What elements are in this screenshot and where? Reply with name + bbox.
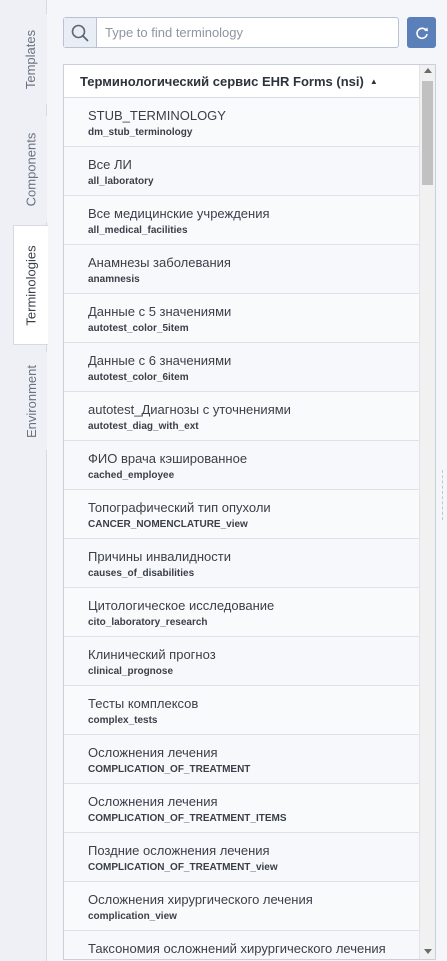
list-header[interactable]: Терминологический сервис EHR Forms (nsi)… [64, 65, 435, 98]
tab-environment-label: Environment [23, 364, 39, 438]
tab-components-label: Components [23, 132, 39, 206]
list-header-title: Терминологический сервис EHR Forms (nsi) [80, 73, 364, 89]
list-item-code: all_medical_facilities [88, 225, 188, 236]
list-item-code: cito_laboratory_research [88, 617, 208, 628]
tab-templates[interactable]: Templates [14, 14, 47, 104]
search-icon[interactable] [64, 18, 97, 47]
list-item-title: Данные с 5 значениями [88, 304, 232, 319]
list-item-title: Анамнезы заболевания [88, 255, 231, 270]
refresh-icon [415, 26, 428, 39]
terminology-rows: STUB_TERMINOLOGY dm_stub_terminology Все Л… [64, 98, 420, 959]
list-item-code: autotest_color_5item [88, 323, 189, 334]
list-item-code: COMPLICATION_OF_TREATMENT_ITEMS [88, 813, 287, 824]
list-item-title: Все ЛИ [88, 157, 132, 172]
tab-templates-label: Templates [23, 29, 39, 89]
list-item-code: anamnesis [88, 274, 140, 285]
list-item[interactable]: Причины инвалидности causes_of_disabiliti… [64, 539, 420, 588]
list-item[interactable]: Анамнезы заболевания anamnesis [64, 245, 420, 294]
list-item-code: complication_view [88, 911, 177, 922]
list-item-title: Данные с 6 значениями [88, 353, 232, 368]
list-item[interactable]: Цитологическое исследование cito_laborato… [64, 588, 420, 637]
list-item-title: Цитологическое исследование [88, 598, 275, 613]
list-item-title: Топографический тип опухоли [88, 500, 271, 515]
list-item-code: COMPLICATION_OF_TREATMENT_view [88, 862, 278, 873]
list-item-title: Осложнения хирургического лечения [88, 892, 313, 907]
list-item-code: dm_stub_terminology [88, 127, 193, 138]
scroll-down-icon[interactable] [424, 949, 432, 954]
list-item[interactable]: Таксономия осложнений хирургического леч… [64, 931, 420, 959]
list-item-title: ФИО врача кэшированное [88, 451, 248, 466]
list-item-title: Осложнения лечения [88, 794, 218, 809]
list-item[interactable]: Клинический прогноз clinical_prognose [64, 637, 420, 686]
list-item-title: Таксономия осложнений хирургического леч… [88, 941, 386, 956]
list-item-title: STUB_TERMINOLOGY [88, 108, 226, 123]
resize-handle[interactable] [442, 470, 447, 520]
scroll-up-icon[interactable] [424, 68, 432, 73]
list-item[interactable]: Топографический тип опухоли CANCER_NOMENC… [64, 490, 420, 539]
scrollbar-thumb[interactable] [422, 81, 433, 185]
list-item[interactable]: Все ЛИ all_laboratory [64, 147, 420, 196]
sort-ascending-icon: ▲ [369, 76, 378, 86]
terminology-list: Терминологический сервис EHR Forms (nsi)… [63, 64, 436, 960]
tab-environment[interactable]: Environment [14, 352, 47, 450]
refresh-button[interactable] [407, 17, 436, 48]
side-tab-strip: Templates Components Terminologies Envir… [0, 0, 48, 961]
list-item[interactable]: STUB_TERMINOLOGY dm_stub_terminology [64, 98, 420, 147]
search-input[interactable] [97, 18, 398, 47]
list-item[interactable]: Все медицинские учреждения all_medical_fa… [64, 196, 420, 245]
search-box [63, 17, 399, 48]
tab-components[interactable]: Components [14, 116, 47, 222]
list-item-code: complex_tests [88, 715, 158, 726]
list-item-code: cached_employee [88, 470, 175, 481]
list-item[interactable]: Данные с 5 значениями autotest_color_5ite… [64, 294, 420, 343]
list-item[interactable]: ФИО врача кэшированное cached_employee [64, 441, 420, 490]
list-item-title: Клинический прогноз [88, 647, 216, 662]
list-item[interactable]: Поздние осложнения лечения COMPLICATION_O… [64, 833, 420, 882]
tab-terminologies-label: Terminologies [23, 244, 39, 326]
list-item-code: causes_of_disabilities [88, 568, 195, 579]
list-item-code: all_laboratory [88, 176, 154, 187]
list-item[interactable]: Осложнения лечения COMPLICATION_OF_TREATM… [64, 735, 420, 784]
list-item-title: Причины инвалидности [88, 549, 231, 564]
list-item-title: Поздние осложнения лечения [88, 843, 270, 858]
list-item[interactable]: autotest_Диагнозы с уточнениями autotest_… [64, 392, 420, 441]
list-item-code: autotest_color_6item [88, 372, 189, 383]
list-item-title: autotest_Диагнозы с уточнениями [88, 402, 291, 417]
list-item-code: COMPLICATION_OF_TREATMENT [88, 764, 251, 775]
tab-terminologies[interactable]: Terminologies [13, 225, 48, 345]
list-item[interactable]: Осложнения хирургического лечения complic… [64, 882, 420, 931]
terminology-panel: Терминологический сервис EHR Forms (nsi)… [48, 0, 447, 961]
list-item[interactable]: Осложнения лечения COMPLICATION_OF_TREATM… [64, 784, 420, 833]
list-item-title: Тесты комплексов [88, 696, 199, 711]
list-item-code: autotest_diag_with_ext [88, 421, 199, 432]
list-item-title: Все медицинские учреждения [88, 206, 270, 221]
list-item[interactable]: Данные с 6 значениями autotest_color_6ite… [64, 343, 420, 392]
list-scrollbar[interactable] [419, 65, 435, 959]
list-item-title: Осложнения лечения [88, 745, 218, 760]
list-item[interactable]: Тесты комплексов complex_tests [64, 686, 420, 735]
list-item-code: CANCER_NOMENCLATURE_view [88, 519, 248, 530]
list-item-code: clinical_prognose [88, 666, 174, 677]
